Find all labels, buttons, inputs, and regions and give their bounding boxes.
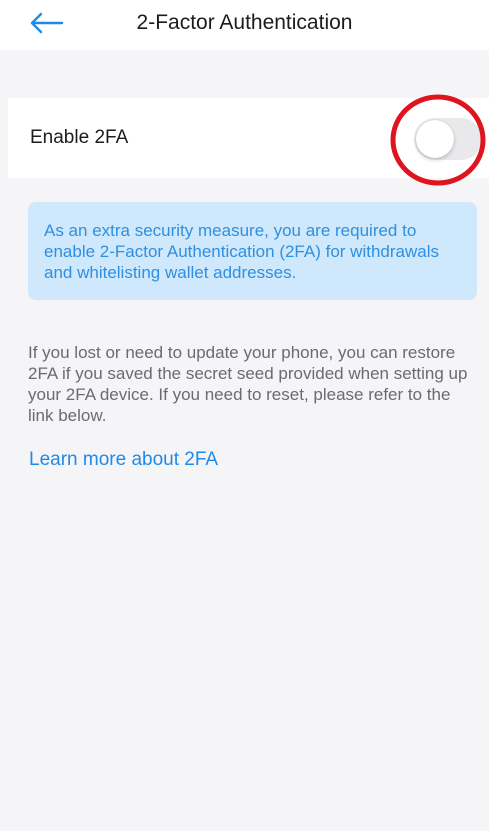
page-title: 2-Factor Authentication [136,11,353,34]
header-bar: 2-Factor Authentication [0,0,489,50]
learn-more-link[interactable]: Learn more about 2FA [29,449,218,471]
recovery-description: If you lost or need to update your phone… [28,343,468,425]
security-info-text: As an extra security measure, you are re… [44,221,439,282]
enable-2fa-row: Enable 2FA [8,98,489,178]
security-info-box: As an extra security measure, you are re… [28,202,477,300]
enable-2fa-toggle[interactable] [414,118,482,160]
enable-2fa-label: Enable 2FA [30,127,129,148]
toggle-knob [416,120,454,158]
